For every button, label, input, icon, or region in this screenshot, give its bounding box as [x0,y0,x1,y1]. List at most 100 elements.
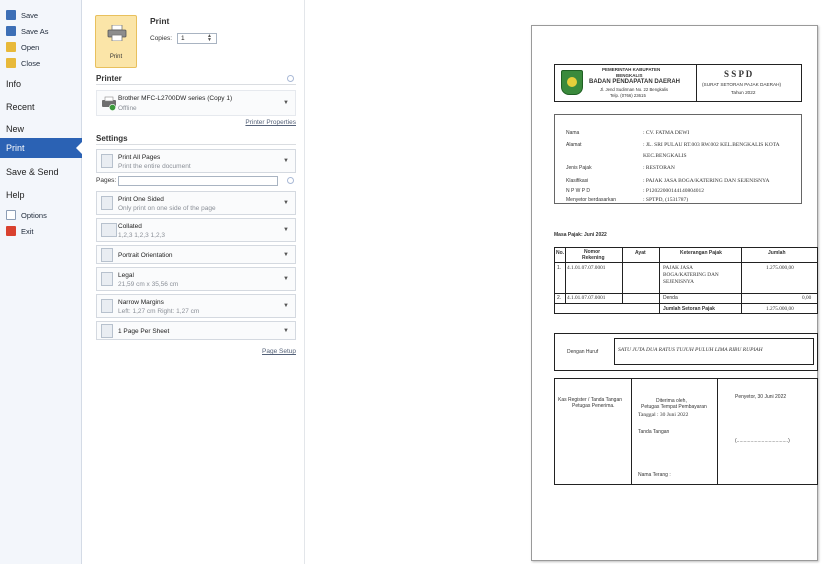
nav-recent[interactable]: Recent [6,102,35,112]
doc-year: Tahun 2022 [731,90,756,95]
margins-icon [101,299,113,313]
collation-select[interactable]: Collated 1,2,3 1,2,3 1,2,3 ▼ [96,218,296,242]
printer-info-icon[interactable] [287,75,294,82]
document-page: PEMERINTAH KABUPATEN BENGKALIS BADAN PEN… [531,25,818,561]
copies-label: Copies: [150,35,173,42]
paper-size-desc: 21,59 cm x 35,56 cm [118,281,179,288]
table-rule [554,303,818,304]
col-ayat: Ayat [635,250,646,256]
settings-section-title: Settings [96,134,128,143]
doc-address: Jl. Jend Sudirman No. 22 Bengkalis [600,87,669,92]
divider [96,144,296,145]
chevron-down-icon: ▼ [283,276,289,282]
nav-print[interactable]: Print [6,143,25,153]
doc-gov-line2: BENGKALIS [616,73,643,78]
nav-save[interactable]: Save [6,8,38,22]
total-label: Jumlah Setoran Pajak [663,306,715,312]
close-folder-icon [6,58,16,68]
regency-seal-logo [561,70,583,95]
table-rule [554,262,818,263]
terbilang-label: Dengan Huruf [567,349,599,355]
nav-close[interactable]: Close [6,56,40,70]
page-setup-link[interactable]: Page Setup [262,348,296,355]
nav-save-label: Save [21,10,39,20]
field-label: Menyetor berdasarkan [566,197,617,203]
field-value: KEC.BENGKALIS [643,153,687,159]
row-no: 1. [557,265,562,271]
chevron-down-icon: ▼ [283,303,289,309]
sides-select[interactable]: Print One Sided Only print on one side o… [96,191,296,215]
margins-select[interactable]: Narrow Margins Left: 1,27 cm Right: 1,27… [96,294,296,318]
pages-per-sheet-icon [101,323,113,338]
printer-properties-link[interactable]: Printer Properties [245,119,296,126]
divider [631,378,632,485]
printer-device-icon [102,96,116,111]
pages-icon [101,154,113,168]
col-jumlah: Jumlah [768,250,786,256]
field-value: : JL. SRI PULAU RT.003 RW.002 KEL.BENGKA… [643,142,780,148]
doc-masa-pajak: Masa Pajak: Juni 2022 [554,232,607,238]
doc-gov-line1: PEMERINTAH KABUPATEN [602,67,661,72]
nav-open[interactable]: Open [6,40,39,54]
field-label: Alamat [566,142,582,148]
doc-phone: Telp. (0766) 23615 [610,93,646,98]
collation-desc: 1,2,3 1,2,3 1,2,3 [118,232,165,239]
sig-mid-line2: Petugas Tempat Pembayaran [641,404,707,410]
nav-save-as[interactable]: Save As [6,24,49,38]
print-range-desc: Print the entire document [118,163,191,170]
print-button[interactable]: Print [95,15,137,68]
sig-mid-line3: Tanggal : 30 Juni 2022 [638,412,689,418]
chevron-down-icon: ▼ [283,200,289,206]
orientation-label: Portrait Orientation [118,252,173,259]
printer-status: Offline [118,105,137,112]
chevron-down-icon: ▼ [283,227,289,233]
field-value: : RESTORAN [643,165,675,171]
copies-spinner[interactable]: ▲ ▼ [207,34,212,43]
nav-help[interactable]: Help [6,190,25,200]
row-jumlah: 1.275.000,00 [766,265,794,271]
sig-right-line2: (.....................................) [735,438,790,444]
pages-input[interactable] [118,176,278,186]
row-rekening: 4.1.01.07.07.0001 [567,265,606,271]
nav-info[interactable]: Info [6,79,21,89]
nav-exit-label: Exit [21,226,34,236]
nav-save-as-label: Save As [21,26,49,36]
terbilang-value: SATU JUTA DUA RATUS TUJUH PULUH LIMA RIB… [618,347,763,353]
chevron-down-icon: ▼ [283,327,289,334]
nav-exit[interactable]: Exit [6,224,34,238]
sig-mid-line4: Tanda Tangan [638,429,670,435]
field-label: Jenis Pajak [566,165,592,171]
sig-mid-line5: Nama Terang : [638,472,671,478]
col-no: No. [556,250,565,256]
col-keterangan: Keterangan Pajak [680,250,722,256]
margins-desc: Left: 1,27 cm Right: 1,27 cm [118,308,200,315]
row-keterangan: Denda [663,295,678,301]
doc-form-name: (SURAT SETORAN PAJAK DAERAH) [702,82,782,87]
paper-size-select[interactable]: Legal 21,59 cm x 35,56 cm ▼ [96,267,296,291]
nav-close-label: Close [21,58,41,68]
sides-desc: Only print on one side of the page [118,205,216,212]
pages-info-icon[interactable] [287,177,294,184]
nav-options[interactable]: Options [6,208,47,222]
pages-per-sheet-select[interactable]: 1 Page Per Sheet ▼ [96,321,296,340]
row-keterangan: SEJENISNYA [663,279,694,285]
print-range-select[interactable]: Print All Pages Print the entire documen… [96,149,296,173]
doc-form-code: S S P D [724,69,753,79]
row-no: 2. [557,295,562,301]
save-icon [6,10,16,20]
print-range-label: Print All Pages [118,154,161,161]
field-value: : CV. FATMA DEWI [643,130,690,136]
field-label: Nama [566,130,580,136]
orientation-select[interactable]: Portrait Orientation ▼ [96,245,296,264]
print-settings-pane: Print Print Copies: 1 ▲ ▼ Printer Brother… [83,0,305,564]
nav-open-label: Open [21,42,40,52]
doc-agency: BADAN PENDAPATAN DAERAH [589,79,680,85]
exit-icon [6,226,16,236]
nav-new[interactable]: New [6,124,24,134]
one-sided-icon [101,196,113,210]
nav-save-send[interactable]: Save & Send [6,167,59,177]
field-label: N P W P D [566,188,590,194]
paper-size-label: Legal [118,272,134,279]
chevron-down-icon: ▼ [283,158,289,164]
printer-select[interactable]: Brother MFC-L2700DW series (Copy 1) Offl… [96,90,296,116]
